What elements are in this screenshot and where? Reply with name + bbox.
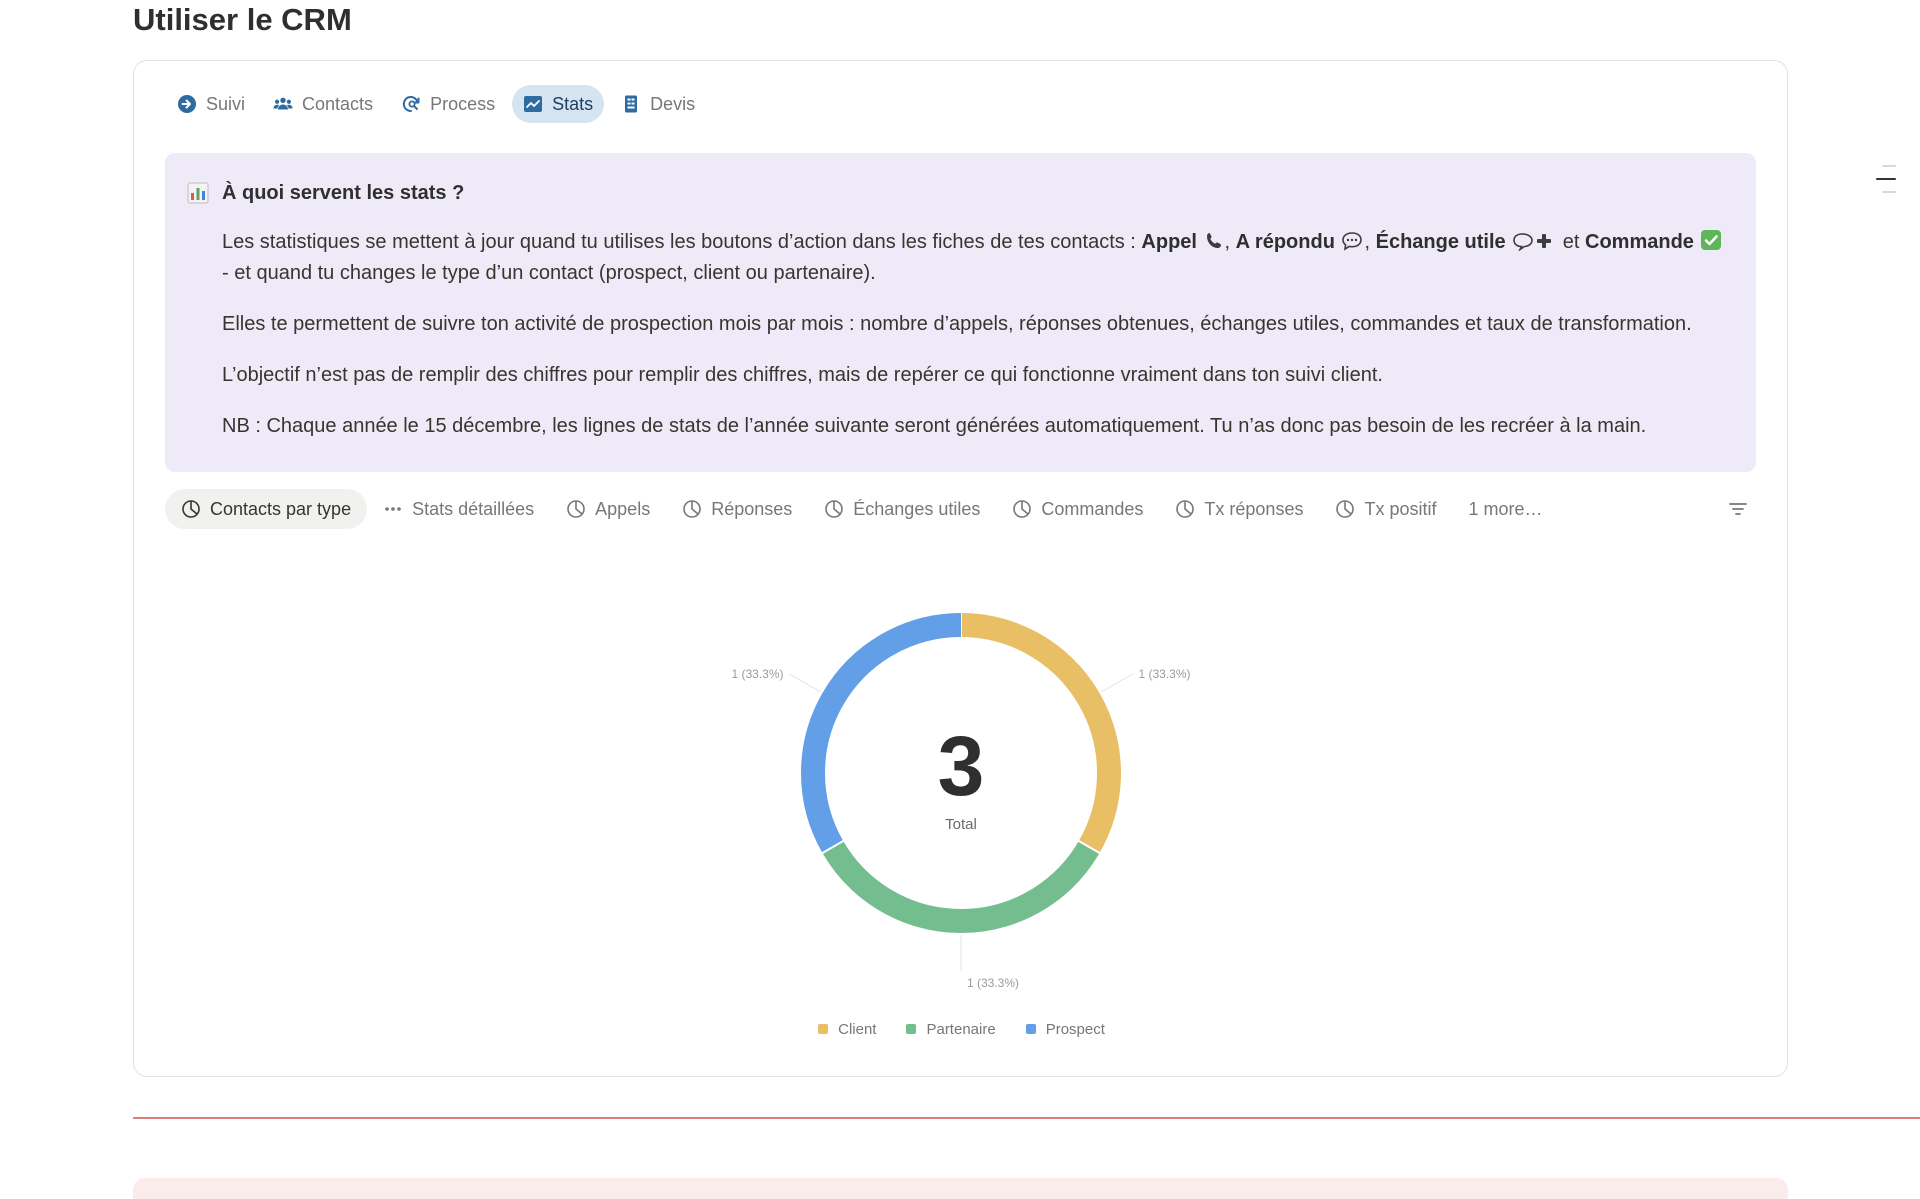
pie-chart-icon [1013,500,1032,518]
bold-a-repondu: A répondu [1235,231,1335,253]
view-tx-reponses[interactable]: Tx réponses [1159,489,1319,529]
view-label: Commandes [1041,498,1144,519]
check-mark-emoji-icon [1701,230,1722,250]
ellipsis-icon [385,507,401,511]
tab-process[interactable]: Process [390,85,506,123]
view-echanges-utiles[interactable]: Échanges utiles [808,489,996,529]
legend-label: Prospect [1045,1020,1105,1038]
view-stats-detaillees[interactable]: Stats détaillées [367,489,550,529]
view-label: Stats détaillées [412,498,535,519]
legend-label: Client [838,1020,877,1038]
more-views-button[interactable]: 1 more… [1452,489,1558,529]
section-divider [133,1117,1920,1119]
bold-commande: Commande [1585,231,1694,253]
page-title: Utiliser le CRM [133,2,352,37]
pie-chart-icon [1176,500,1195,518]
text: , [1364,231,1376,253]
view-tx-positif[interactable]: Tx positif [1319,489,1452,529]
bold-echange-utile: Échange utile [1375,231,1506,253]
view-label: Contacts par type [210,498,352,519]
callout-paragraph-objective: L’objectif n’est pas de remplir des chif… [222,364,1383,386]
view-label: Tx réponses [1204,498,1304,519]
text: , [1224,231,1236,253]
telephone-emoji-icon [1206,233,1221,248]
callout-paragraph-purpose: Elles te permettent de suivre ton activi… [222,313,1692,335]
legend-item-partenaire[interactable]: Partenaire [906,1018,996,1040]
tab-stats[interactable]: Stats [512,85,605,123]
receipt-icon [625,95,638,113]
next-callout-block [133,1178,1788,1199]
view-contacts-par-type[interactable]: Contacts par type [165,489,368,529]
speech-bubble-emoji-icon [1342,232,1363,251]
legend-item-client[interactable]: Client [818,1018,876,1040]
toc-line[interactable] [1882,191,1896,193]
slice-label-prospect: 1 (33.3%) [731,667,783,681]
chart-line-icon [524,96,543,112]
toc-line[interactable] [1882,165,1896,167]
pie-chart-icon [182,500,200,518]
chart-legend: Client Partenaire Prospect [134,1018,1789,1040]
legend-swatch [1025,1024,1036,1034]
tab-contacts[interactable]: Contacts [262,85,384,123]
bold-appel: Appel [1141,231,1197,253]
view-label: Tx positif [1364,498,1437,519]
tab-label: Contacts [302,93,374,114]
tab-label: Process [430,93,496,114]
view-appels[interactable]: Appels [550,489,666,529]
toc-line-current[interactable] [1876,178,1896,180]
donut-center-label: Total [945,816,977,833]
legend-swatch [818,1024,829,1034]
callout-title: À quoi servent les stats ? [222,182,465,204]
legend-label: Partenaire [926,1020,996,1038]
legend-item-prospect[interactable]: Prospect [1025,1018,1105,1040]
text: Les statistiques se mettent à jour quand… [222,231,1142,253]
view-tabs: Contacts par type Stats détaillées Appel… [165,489,1756,529]
tab-suivi[interactable]: Suivi [166,85,256,123]
callout-paragraph-actions: Les statistiques se mettent à jour quand… [222,227,1732,289]
pie-chart-icon [567,500,585,518]
slice-label-partenaire: 1 (33.3%) [967,976,1019,990]
more-views-label: 1 more… [1468,498,1543,519]
tab-label: Stats [552,93,594,114]
label-leader-line [789,673,821,693]
donut-slice-client[interactable] [960,613,1121,853]
view-label: Réponses [711,498,793,519]
tab-label: Suivi [206,93,246,114]
tab-bar: Suivi Contacts Process Stats Devis [166,85,706,123]
cycle-search-icon [402,96,420,113]
donut-slice-partenaire[interactable] [822,840,1100,933]
thought-bubble-plus-emoji-icon [1513,233,1552,251]
donut-slice-prospect[interactable] [801,613,962,853]
arrow-circle-right-icon [178,95,196,113]
callout-paragraph-note: NB : Chaque année le 15 décembre, les li… [222,415,1647,437]
people-icon [273,97,293,110]
view-reponses[interactable]: Réponses [666,489,808,529]
table-of-contents-indicator[interactable] [1876,165,1896,204]
view-commandes[interactable]: Commandes [996,489,1159,529]
text: - et quand tu changes le type d’un conta… [222,262,876,284]
slice-label-client: 1 (33.3%) [1138,667,1190,681]
crm-card: Suivi Contacts Process Stats Devis À quo… [133,60,1788,1077]
legend-swatch [906,1024,917,1034]
view-label: Échanges utiles [853,498,981,519]
bar-chart-emoji-icon [187,182,209,204]
stats-info-callout: À quoi servent les stats ? Les statistiq… [165,153,1756,472]
pie-chart-icon [683,500,702,518]
slice-separator [821,839,845,855]
donut-center-value: 3 [938,719,985,813]
label-leader-line [1101,673,1133,693]
filter-icon[interactable] [1726,497,1750,521]
text: et [1557,231,1585,253]
pie-chart-icon [825,500,844,518]
tab-label: Devis [650,93,696,114]
pie-chart-icon [1336,500,1355,518]
tab-devis[interactable]: Devis [610,85,706,123]
slice-separator [1077,839,1101,855]
callout-body: Les statistiques se mettent à jour quand… [222,227,1732,462]
view-label: Appels [595,498,651,519]
